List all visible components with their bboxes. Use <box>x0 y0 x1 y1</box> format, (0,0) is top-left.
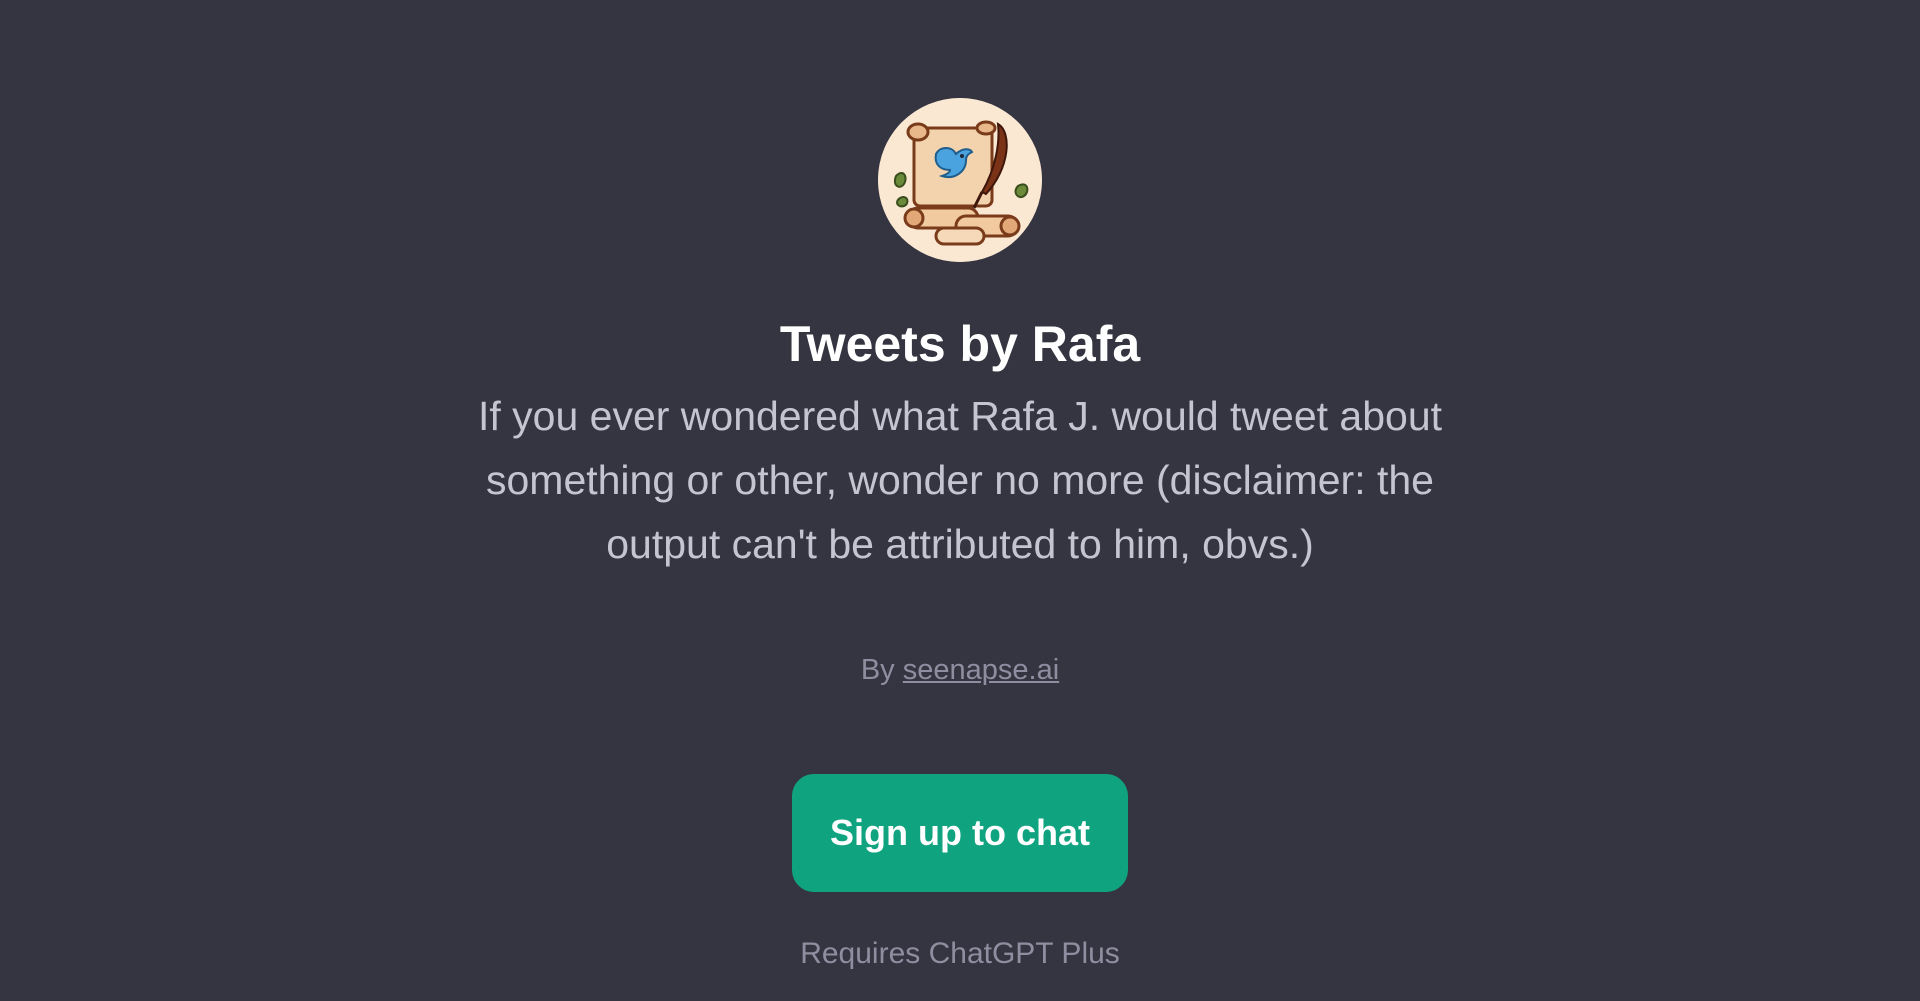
gpt-landing-page: Tweets by Rafa If you ever wondered what… <box>0 0 1920 1001</box>
scroll-quill-bird-icon <box>878 98 1042 262</box>
by-prefix: By <box>860 654 895 686</box>
gpt-avatar <box>878 98 1042 262</box>
author-byline: By seenapse.ai <box>0 652 1920 688</box>
gpt-title: Tweets by Rafa <box>779 316 1141 372</box>
requires-plus-note: Requires ChatGPT Plus <box>800 937 1120 970</box>
sign-up-to-chat-button[interactable]: Sign up to chat <box>792 774 1128 892</box>
author-link[interactable]: seenapse.ai <box>903 654 1059 686</box>
gpt-description: If you ever wondered what Rafa J. would … <box>477 393 1443 567</box>
